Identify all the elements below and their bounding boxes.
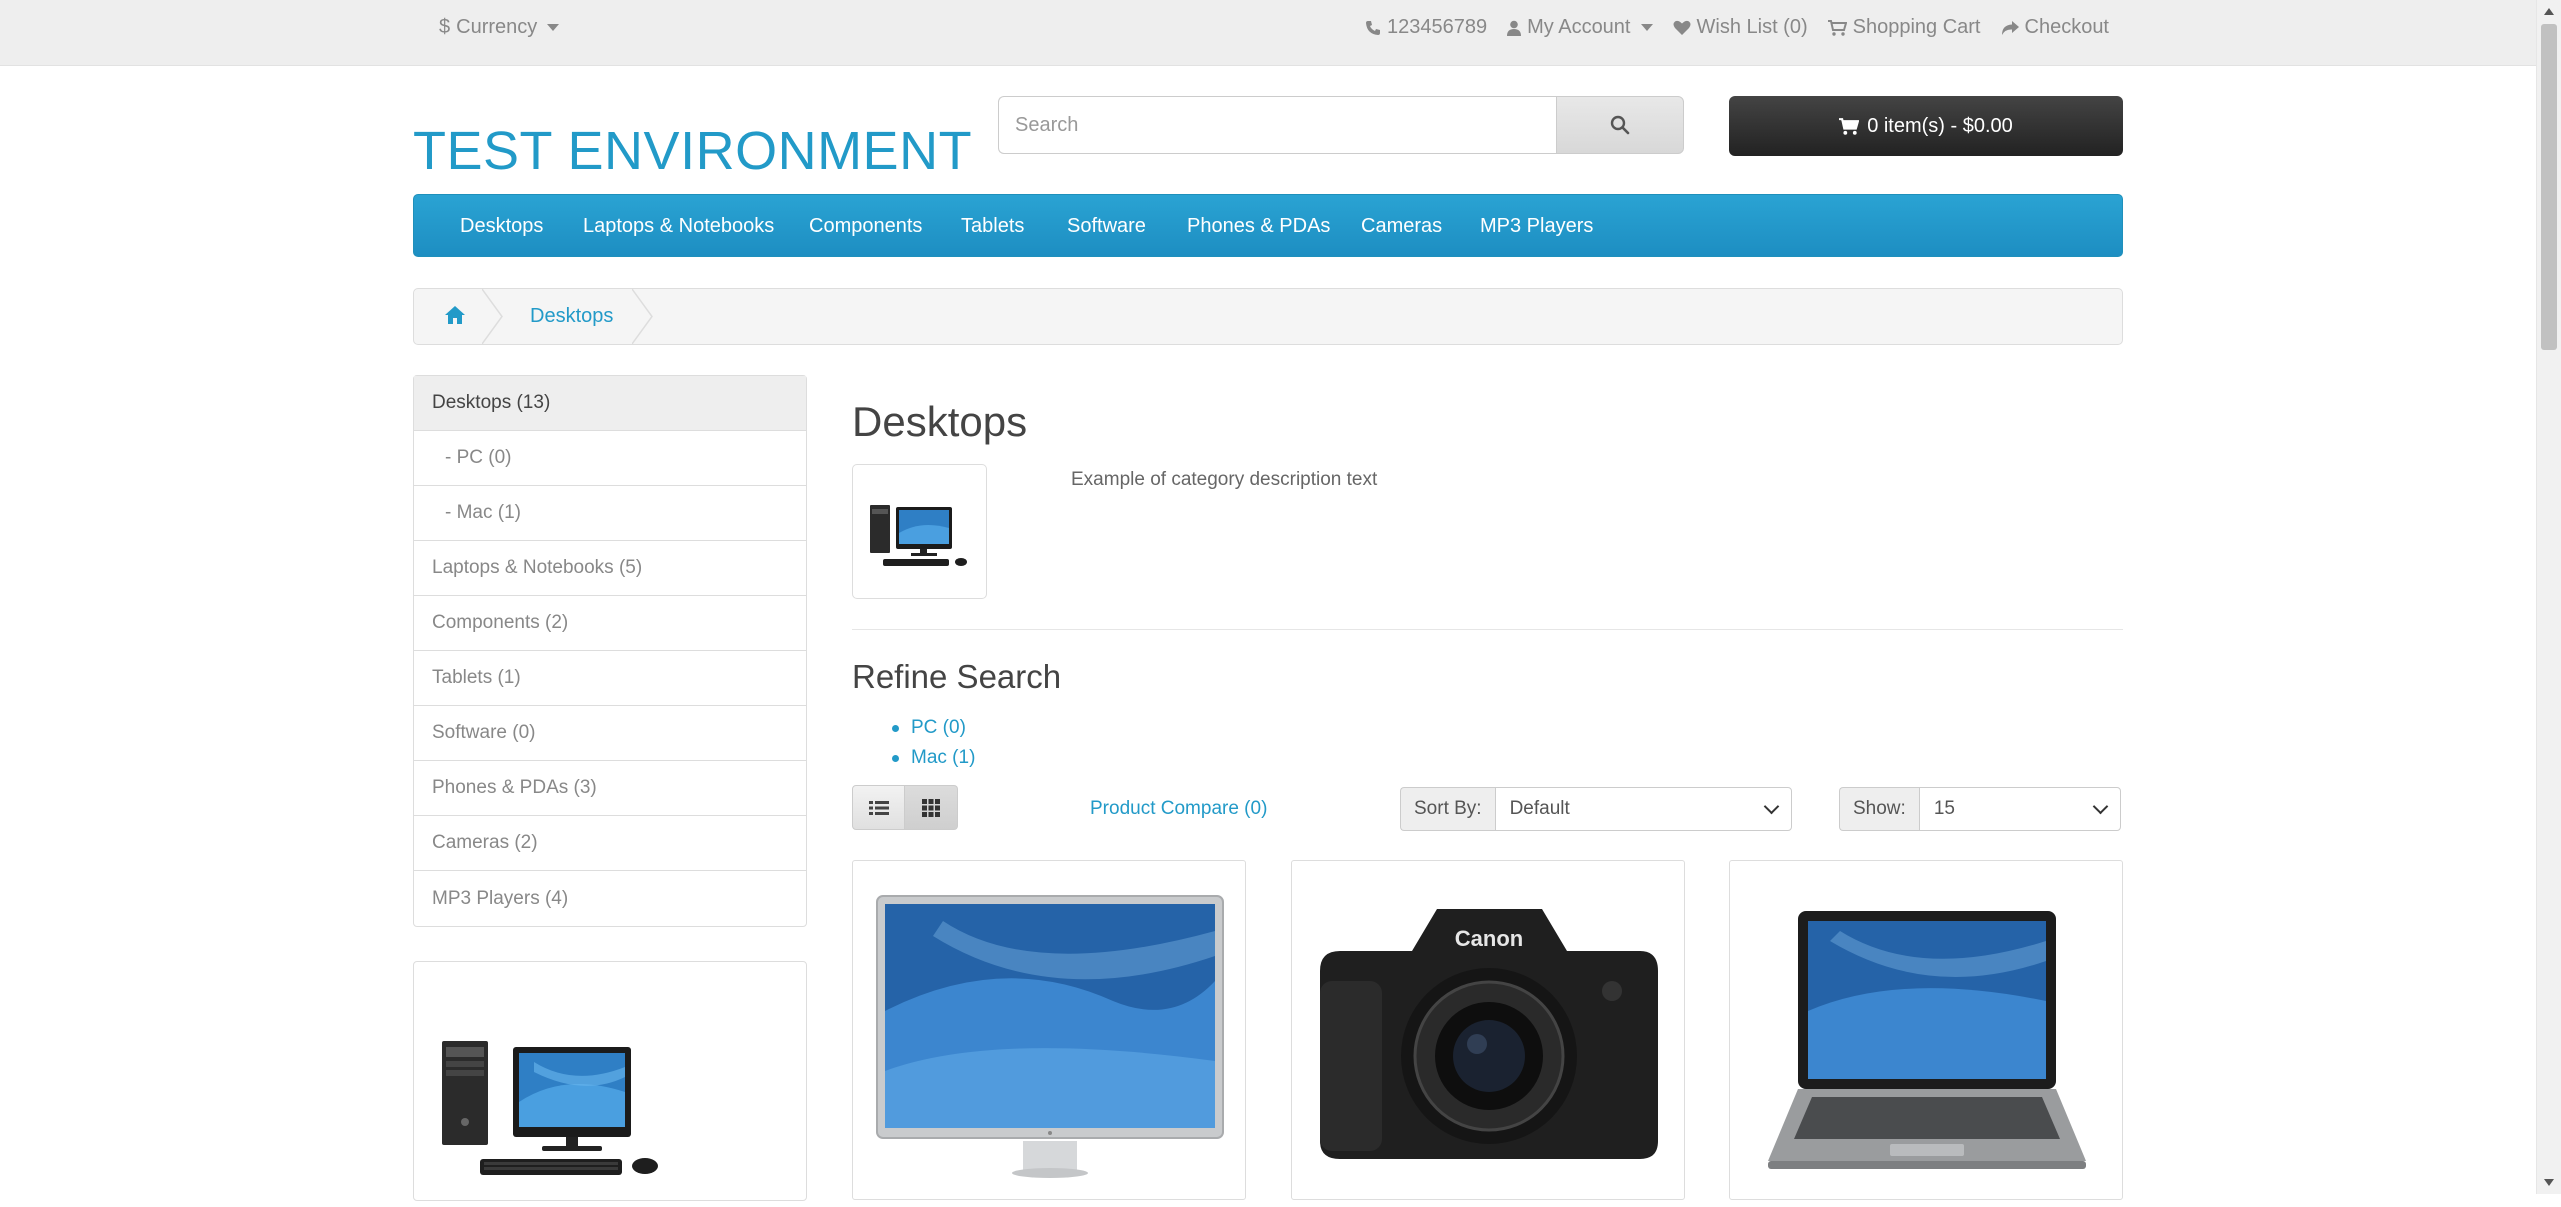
camera-brand-logo: Canon <box>1455 926 1523 951</box>
view-toggle <box>852 785 958 830</box>
breadcrumb-home[interactable] <box>444 305 466 330</box>
sidebar-banner[interactable] <box>413 961 807 1201</box>
category-desktops[interactable]: Desktops (13) <box>414 376 806 431</box>
caret-down-icon <box>547 24 560 31</box>
camera-image: Canon <box>1320 909 1658 1159</box>
menu-item-desktops[interactable]: Desktops <box>460 215 543 238</box>
breadcrumb-separator <box>632 289 653 344</box>
desktop-computer-image <box>442 1041 658 1175</box>
category-mp3-players[interactable]: MP3 Players (4) <box>414 871 806 926</box>
phone-link[interactable]: 123456789 <box>1365 16 1487 39</box>
show-limit-select[interactable]: 15 <box>1918 787 2121 831</box>
chevron-down-icon <box>2092 798 2109 815</box>
menu-item-software[interactable]: Software <box>1067 215 1146 238</box>
search-icon <box>1610 115 1630 135</box>
refine-search-title: Refine Search <box>852 658 1062 695</box>
product-card[interactable]: Canon <box>1291 860 1685 1200</box>
my-account-label: My Account <box>1527 16 1631 38</box>
search-bar <box>998 96 1684 156</box>
menu-item-phones-pdas[interactable]: Phones & PDAs <box>1187 215 1330 238</box>
refine-search-list: PC (0) Mac (1) <box>892 713 975 773</box>
sort-by-label: Sort By: <box>1400 787 1495 831</box>
home-icon <box>445 306 465 324</box>
sort-by-value: Default <box>1509 798 1570 819</box>
search-button[interactable] <box>1556 96 1684 154</box>
category-phones-pdas[interactable]: Phones & PDAs (3) <box>414 761 806 816</box>
checkout-link[interactable]: Checkout <box>2001 16 2110 39</box>
main-menu: Desktops Laptops & Notebooks Components … <box>413 194 2123 257</box>
divider <box>852 629 2123 630</box>
grid-view-button[interactable] <box>905 785 958 830</box>
sort-by-group: Sort By: Default <box>1400 787 1792 831</box>
wishlist-label: Wish List (0) <box>1696 16 1808 38</box>
scroll-up-arrow-icon[interactable] <box>2544 8 2554 15</box>
store-logo[interactable]: TEST ENVIRONMENT <box>413 120 972 182</box>
phone-number: 123456789 <box>1387 16 1488 38</box>
category-thumbnail[interactable] <box>852 464 987 599</box>
shopping-cart-label: Shopping Cart <box>1852 16 1981 38</box>
menu-item-laptops-notebooks[interactable]: Laptops & Notebooks <box>583 215 774 238</box>
category-cameras[interactable]: Cameras (2) <box>414 816 806 871</box>
show-limit-value: 15 <box>1933 798 1955 819</box>
wishlist-link[interactable]: Wish List (0) <box>1673 16 1808 39</box>
sort-by-select[interactable]: Default <box>1494 787 1792 831</box>
page-scrollbar[interactable] <box>2536 0 2561 1194</box>
caret-down-icon <box>1640 24 1653 31</box>
cart-icon <box>1839 117 1860 135</box>
top-bar: $ Currency 123456789 My Account Wish Lis… <box>0 0 2536 66</box>
grid-icon <box>922 798 940 817</box>
shopping-cart-link[interactable]: Shopping Cart <box>1827 16 1981 39</box>
show-label: Show: <box>1839 787 1919 831</box>
laptop-image <box>1768 911 2086 1169</box>
share-icon <box>2001 20 2019 35</box>
scroll-down-arrow-icon[interactable] <box>2544 1179 2554 1186</box>
my-account-dropdown[interactable]: My Account <box>1507 16 1653 39</box>
refine-link-pc[interactable]: PC (0) <box>892 713 975 743</box>
refine-link-mac[interactable]: Mac (1) <box>892 743 975 773</box>
search-input[interactable] <box>998 96 1556 154</box>
desktop-computer-image <box>870 505 967 566</box>
heart-icon <box>1673 20 1690 35</box>
menu-item-cameras[interactable]: Cameras <box>1361 215 1442 238</box>
menu-item-components[interactable]: Components <box>809 215 922 238</box>
list-view-button[interactable] <box>852 785 905 830</box>
category-laptops-notebooks[interactable]: Laptops & Notebooks (5) <box>414 541 806 596</box>
show-limit-group: Show: 15 <box>1839 787 2121 831</box>
breadcrumb: Desktops <box>413 288 2123 345</box>
page-title: Desktops <box>852 398 1028 445</box>
menu-item-tablets[interactable]: Tablets <box>961 215 1024 238</box>
category-list: Desktops (13) - PC (0) - Mac (1) Laptops… <box>413 375 807 927</box>
list-icon <box>868 800 889 815</box>
product-compare-link[interactable]: Product Compare (0) <box>1090 798 1267 820</box>
monitor-image <box>876 895 1224 1178</box>
top-links: 123456789 My Account Wish List (0) Shopp… <box>1365 16 2109 39</box>
category-description: Example of category description text <box>1071 469 1378 490</box>
category-mac[interactable]: - Mac (1) <box>414 486 806 541</box>
product-card[interactable] <box>852 860 1246 1200</box>
cart-icon <box>1827 19 1847 36</box>
menu-item-mp3-players[interactable]: MP3 Players <box>1480 215 1593 238</box>
currency-dropdown[interactable]: $ Currency <box>439 16 560 39</box>
user-icon <box>1507 20 1522 36</box>
category-tablets[interactable]: Tablets (1) <box>414 651 806 706</box>
scrollbar-thumb[interactable] <box>2541 24 2557 350</box>
product-card[interactable] <box>1729 860 2123 1200</box>
checkout-label: Checkout <box>2024 16 2110 38</box>
phone-icon <box>1366 20 1380 35</box>
category-pc[interactable]: - PC (0) <box>414 431 806 486</box>
breadcrumb-desktops[interactable]: Desktops <box>530 305 613 328</box>
currency-label: Currency <box>456 16 538 38</box>
cart-button[interactable]: 0 item(s) - $0.00 <box>1729 96 2123 156</box>
cart-total: 0 item(s) - $0.00 <box>1867 114 2013 137</box>
currency-symbol: $ <box>439 16 451 38</box>
category-components[interactable]: Components (2) <box>414 596 806 651</box>
category-software[interactable]: Software (0) <box>414 706 806 761</box>
chevron-down-icon <box>1763 798 1779 815</box>
